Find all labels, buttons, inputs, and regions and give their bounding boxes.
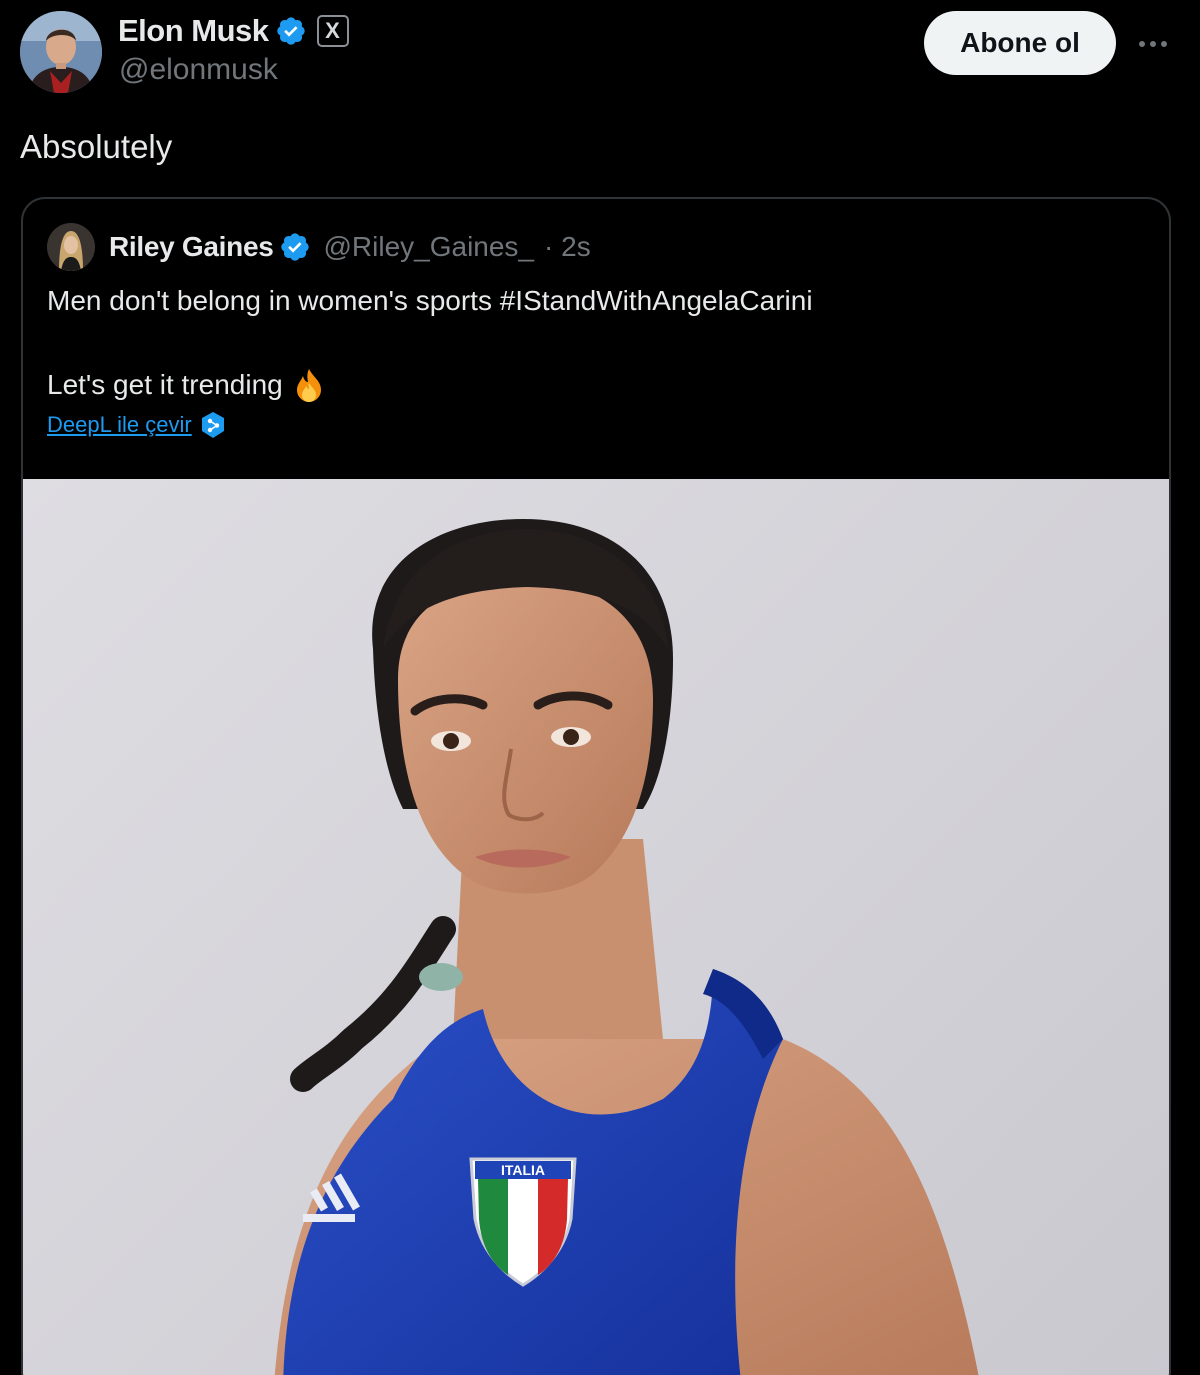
quoted-timestamp[interactable]: · 2s bbox=[544, 231, 591, 263]
quoted-handle[interactable]: @Riley_Gaines_ bbox=[323, 231, 534, 263]
quoted-avatar bbox=[47, 223, 95, 271]
author-display-name[interactable]: Elon Musk bbox=[118, 13, 269, 49]
more-icon[interactable] bbox=[1130, 24, 1176, 64]
translate-row: DeepL ile çevir bbox=[47, 411, 226, 439]
x-logo-icon[interactable]: X bbox=[316, 15, 349, 47]
quoted-display-name[interactable]: Riley Gaines bbox=[109, 231, 274, 263]
quoted-header: Riley Gaines @Riley_Gaines_ · 2s bbox=[47, 223, 591, 271]
jersey-italia-text: ITALIA bbox=[501, 1162, 545, 1178]
deepl-icon bbox=[201, 412, 224, 438]
fire-icon bbox=[296, 369, 321, 402]
quoted-photo[interactable]: ITALIA bbox=[23, 479, 1169, 1375]
author-avatar[interactable] bbox=[20, 11, 102, 93]
follow-button[interactable]: Abone ol bbox=[924, 11, 1116, 75]
post: Elon Musk X @elonmusk Abone ol Absolutel… bbox=[0, 0, 1200, 1375]
verified-badge-icon bbox=[276, 17, 305, 45]
author-handle[interactable]: @elonmusk bbox=[119, 53, 278, 87]
quoted-text-line2-row: Let's get it trending bbox=[47, 367, 327, 403]
quoted-text-line2: Let's get it trending bbox=[47, 369, 283, 400]
author-name-row: Elon Musk X bbox=[118, 12, 349, 50]
post-text: Absolutely bbox=[20, 128, 173, 165]
verified-badge-icon bbox=[281, 233, 310, 261]
quoted-text-line1: Men don't belong in women's sports #ISta… bbox=[47, 285, 813, 316]
translate-link[interactable]: DeepL ile çevir bbox=[47, 412, 192, 438]
quoted-post[interactable]: Riley Gaines @Riley_Gaines_ · 2s Men don… bbox=[21, 197, 1171, 1375]
